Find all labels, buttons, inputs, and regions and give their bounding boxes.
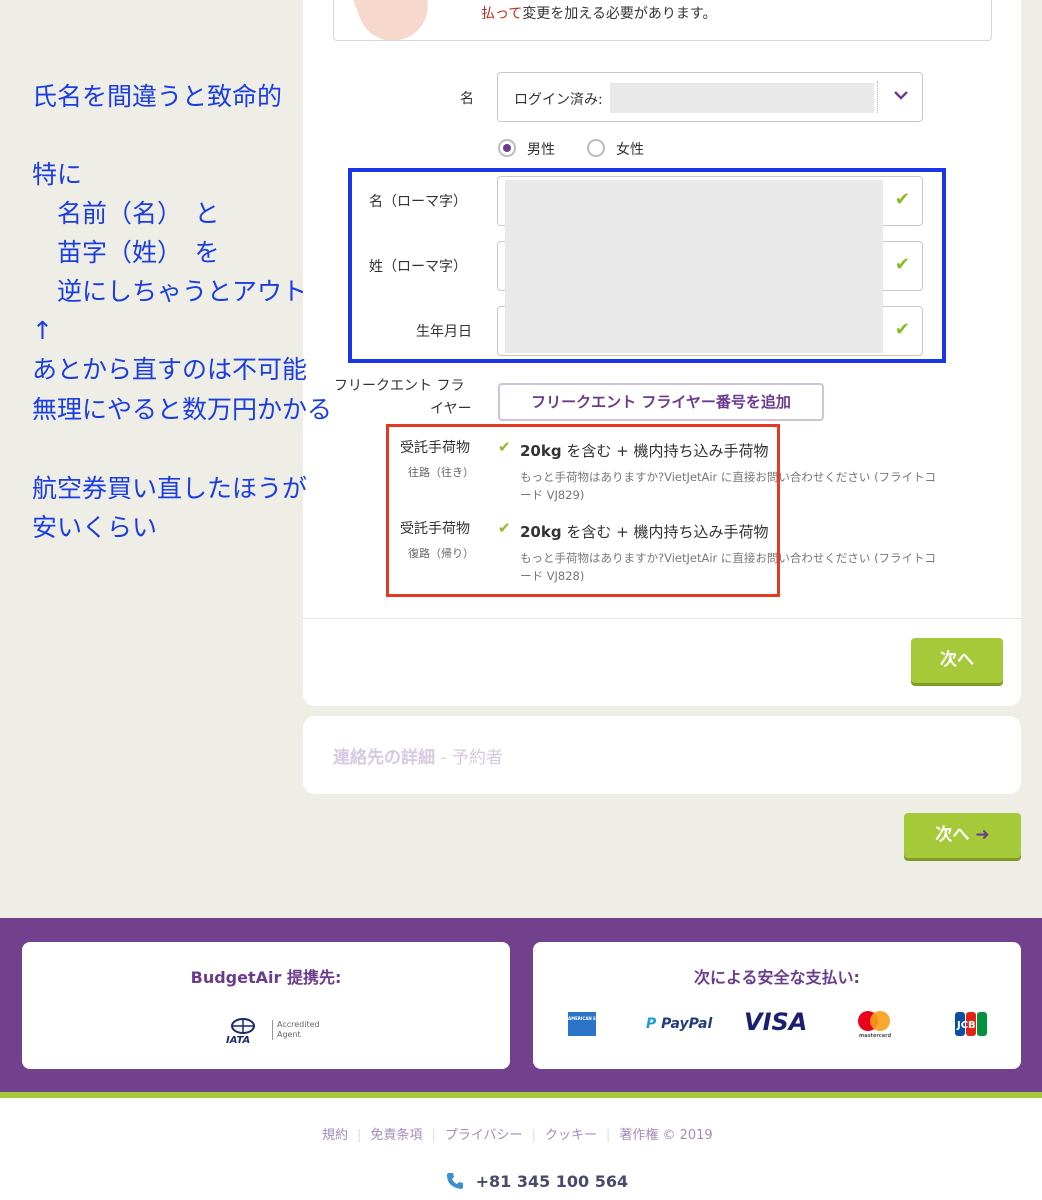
annotation-line: 氏名を間違うと致命的 xyxy=(32,82,283,111)
gender-female-radio[interactable] xyxy=(587,139,605,157)
phone-icon xyxy=(446,1172,470,1191)
iata-accredited-text: Accredited Agent xyxy=(272,1020,320,1040)
annotation-line: 名前（名） と xyxy=(32,199,220,228)
phone-number[interactable]: +81 345 100 564 xyxy=(446,1172,628,1191)
chevron-down-icon[interactable] xyxy=(894,84,908,105)
iata-text: IATA xyxy=(226,1035,250,1044)
select-divider xyxy=(877,81,878,113)
amex-logo: AMERICAN EXPRESS xyxy=(568,1012,596,1036)
highlight-box-red xyxy=(386,424,780,597)
arrow-right-icon: ➜ xyxy=(975,825,990,845)
divider xyxy=(303,618,1021,619)
annotation-line: 無理にやると数万円かかる xyxy=(32,395,333,424)
next-button[interactable]: 次へ xyxy=(911,638,1003,683)
annotation-line: あとから直すのは不可能 xyxy=(32,355,308,384)
highlight-box-blue xyxy=(348,168,946,363)
name-label: 名 xyxy=(460,91,474,107)
frequent-flyer-label: イヤー xyxy=(430,401,472,417)
illustration xyxy=(344,0,438,40)
paypal-logo: P PayPal xyxy=(646,1016,713,1032)
payment-box: 次による安全な支払い: AMERICAN EXPRESS P PayPal VI… xyxy=(533,942,1021,1069)
footer-link-terms[interactable]: 規約 xyxy=(322,1124,348,1143)
annotation-line: 航空券買い直したほうが xyxy=(32,474,308,503)
payment-title: 次による安全な支払い: xyxy=(694,968,860,987)
annotation-line: 安いくらい xyxy=(32,513,158,542)
jcb-logo: JCB xyxy=(955,1012,987,1040)
notice-text: 払って変更を加える必要があります。 xyxy=(481,6,717,22)
contact-details-section[interactable]: 連絡先の詳細 - 予約者 xyxy=(303,716,1021,794)
gender-female-label: 女性 xyxy=(616,142,644,158)
footer-link-disclaimer[interactable]: 免責条項 xyxy=(370,1124,422,1143)
annotation-line: 苗字（姓） を xyxy=(32,238,220,267)
partner-box: BudgetAir 提携先: IATA Accredited Agent xyxy=(22,942,510,1069)
footer-link-cookies[interactable]: クッキー xyxy=(545,1124,597,1143)
notice-box: 払って変更を加える必要があります。 xyxy=(333,0,992,41)
visa-logo: VISA xyxy=(744,1008,808,1036)
add-frequent-flyer-button[interactable]: フリークエント フライヤー番号を追加 xyxy=(498,383,824,421)
jcb-text: JCB xyxy=(956,1020,976,1031)
annotation-line: 特に xyxy=(32,160,83,189)
next-arrow-button[interactable]: 次へ ➜ xyxy=(904,813,1021,858)
footer-links: 規約 | 免責条項 | プライバシー | クッキー | 著作権 © 2019 xyxy=(322,1124,713,1143)
frequent-flyer-label: フリークエント フラ xyxy=(334,378,465,394)
annotation-line: ↑ xyxy=(32,316,53,345)
iata-logo: IATA xyxy=(222,1018,268,1048)
gender-male-label: 男性 xyxy=(527,142,555,158)
name-select-value: ログイン済み: xyxy=(514,92,603,108)
name-select[interactable]: ログイン済み: xyxy=(497,72,923,122)
mastercard-text: mastercard xyxy=(859,1033,892,1038)
footer-link-privacy[interactable]: プライバシー xyxy=(445,1124,523,1143)
mastercard-logo: mastercard xyxy=(856,1010,892,1042)
redacted-block xyxy=(610,83,874,113)
gender-male-radio[interactable] xyxy=(498,139,516,157)
partner-title: BudgetAir 提携先: xyxy=(190,968,342,987)
annotation-line: 逆にしちゃうとアウト xyxy=(32,277,308,306)
footer-link-copyright[interactable]: 著作権 © 2019 xyxy=(619,1124,712,1143)
contact-details-title: 連絡先の詳細 - 予約者 xyxy=(333,748,503,768)
next-button-label: 次へ xyxy=(935,825,970,845)
